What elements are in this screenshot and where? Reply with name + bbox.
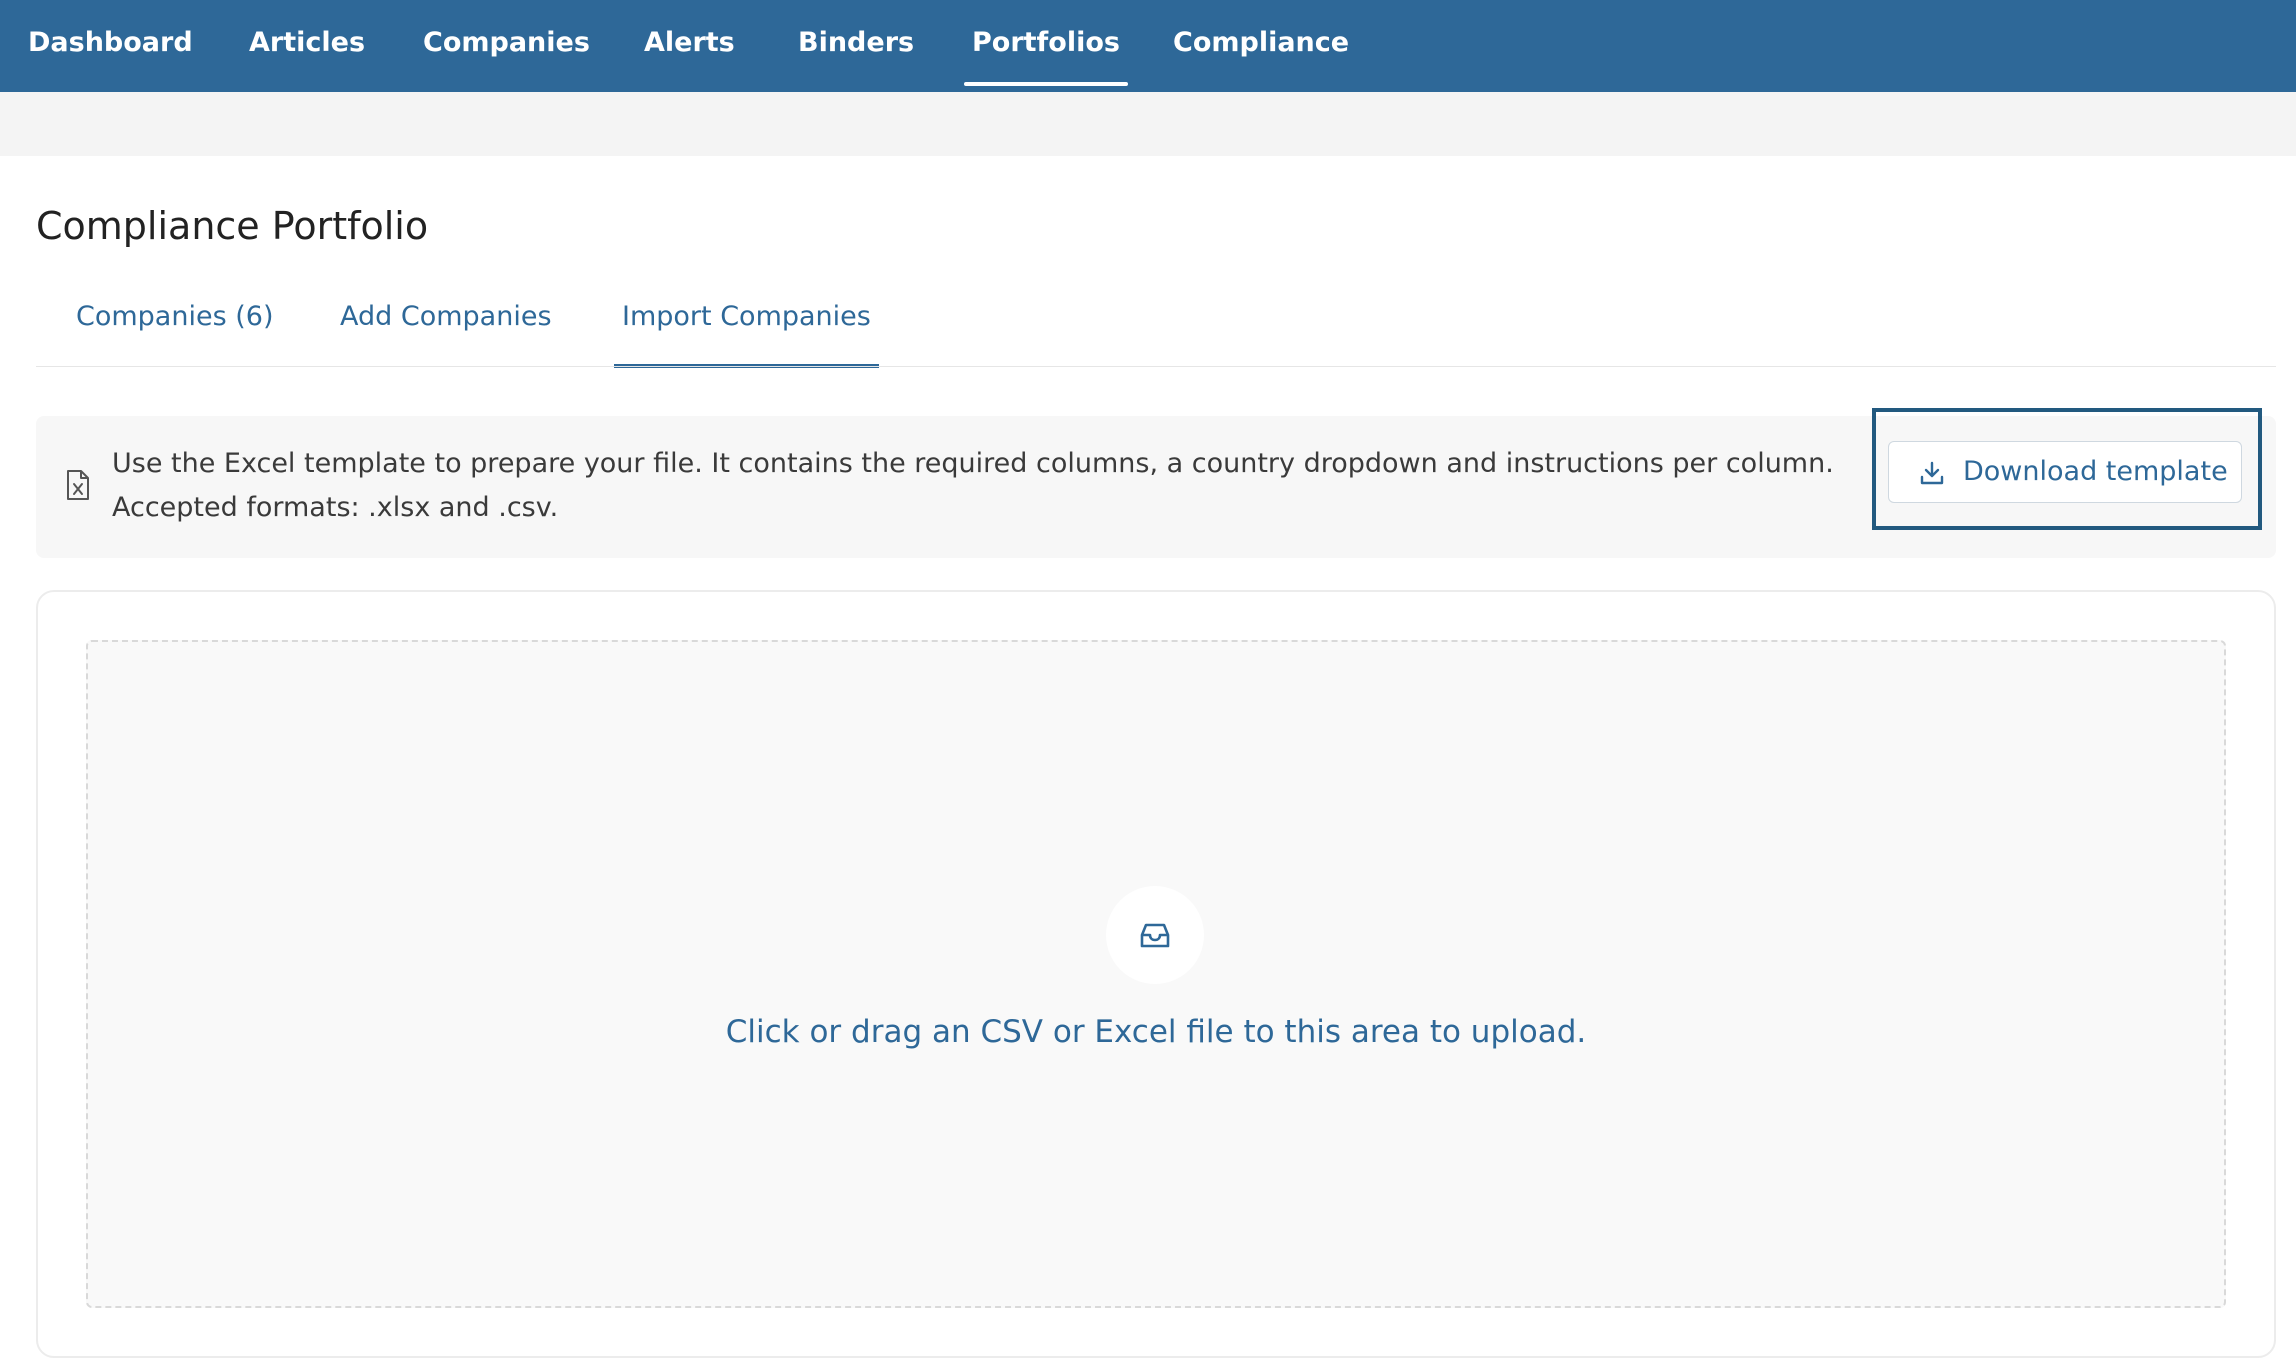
nav-item-companies[interactable]: Companies: [423, 0, 590, 92]
inbox-icon-circle: [1106, 886, 1204, 984]
template-info-text: Use the Excel template to prepare your f…: [112, 448, 1834, 523]
tab-companies[interactable]: Companies (6): [76, 296, 273, 368]
header-strip: [0, 92, 2296, 156]
nav-item-alerts[interactable]: Alerts: [644, 0, 735, 92]
tab-import-companies[interactable]: Import Companies: [614, 296, 879, 368]
download-template-button[interactable]: Download template: [1888, 441, 2242, 503]
inbox-icon: [1140, 923, 1170, 948]
nav-item-compliance[interactable]: Compliance: [1173, 0, 1349, 92]
nav-item-binders[interactable]: Binders: [798, 0, 914, 92]
tab-add-companies[interactable]: Add Companies: [340, 296, 552, 368]
download-icon: [1919, 460, 1945, 486]
tabs-divider: [36, 366, 2276, 367]
nav-item-portfolios[interactable]: Portfolios: [964, 0, 1128, 92]
top-navigation: Dashboard Articles Companies Alerts Bind…: [0, 0, 2296, 92]
page-title: Compliance Portfolio: [36, 204, 429, 248]
nav-item-articles[interactable]: Articles: [249, 0, 365, 92]
excel-file-icon: [66, 470, 90, 500]
nav-item-dashboard[interactable]: Dashboard: [28, 0, 193, 92]
download-template-label: Download template: [1963, 456, 2228, 487]
upload-instructions: Click or drag an CSV or Excel file to th…: [725, 1014, 1587, 1050]
